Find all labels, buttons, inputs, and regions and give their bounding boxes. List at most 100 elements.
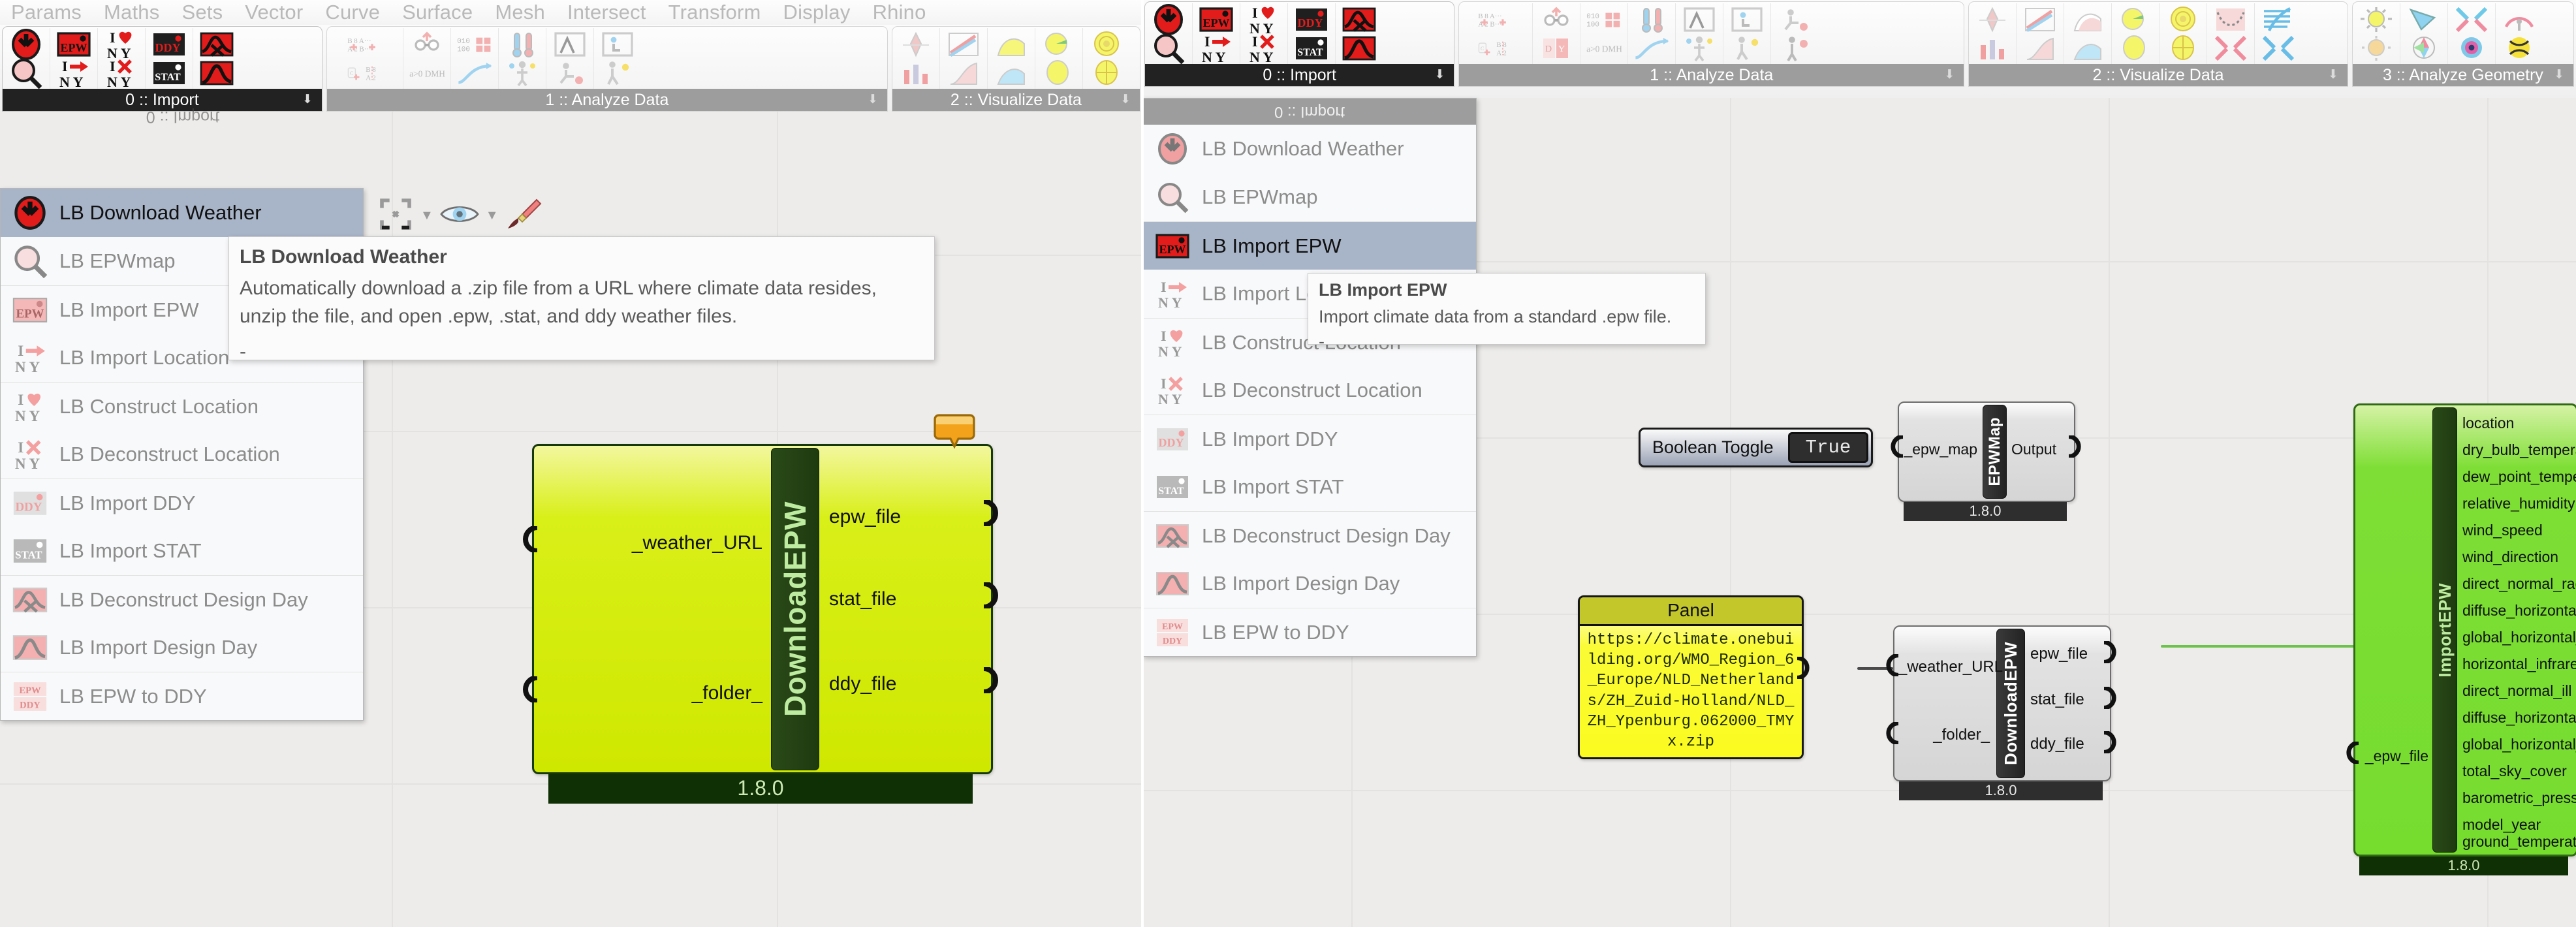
i-heart-ny-icon[interactable]: I N Y [103,30,140,59]
chevron-down-icon[interactable]: ⬇ [1434,64,1445,86]
dropdown-item-lb-deconstruct-location[interactable]: IN Y LB Deconstruct Location [1,430,363,479]
input-port-nub[interactable] [1884,654,1901,676]
epw-icon[interactable]: EPW [55,30,92,59]
dropdown-item-lb-deconstruct-design-day[interactable]: LB Deconstruct Design Day [1,575,363,623]
dropdown-item-lb-download-weather[interactable]: LB Download Weather [1,189,363,237]
output-port-label[interactable]: ground_temperature [2462,833,2576,851]
output-port-label[interactable]: epw_file [2030,645,2088,663]
zoom-extents-icon[interactable] [377,196,414,236]
chevron-down-icon[interactable]: ▼ [486,208,499,223]
i-x-ny-icon[interactable]: IN Y [1246,34,1282,63]
preview-eye-icon[interactable] [440,201,479,230]
dropdown-item-lb-import-ddy[interactable]: DDY LB Import DDY [1143,415,1476,463]
dropdown-item-lb-deconstruct-design-day[interactable]: LB Deconstruct Design Day [1143,511,1476,559]
output-port-label[interactable]: stat_file [829,588,896,610]
input-port-label[interactable]: _epw_map [1903,441,1977,458]
ddy-icon[interactable]: DDY [151,30,187,59]
output-port-label[interactable]: location [2462,415,2514,432]
dropdown-item-lb-import-stat[interactable]: STAT LB Import STAT [1143,463,1476,511]
output-port-label[interactable]: dry_bulb_temperature [2462,441,2576,459]
panel-text[interactable]: https://climate.onebuilding.org/WMO_Regi… [1580,626,1802,757]
output-port-label[interactable]: Output [2011,441,2056,458]
i-arrow-ny-icon[interactable]: IN Y [1198,34,1234,63]
output-port-label[interactable]: wind_speed [2462,522,2543,539]
output-port-nub[interactable] [2104,687,2121,709]
output-port-label[interactable]: ddy_file [829,673,896,695]
menu-item-vector[interactable]: Vector [234,1,314,24]
download-weather-icon[interactable] [8,30,44,59]
output-port-label[interactable]: ddy_file [2030,735,2084,753]
stat-icon[interactable]: STAT [1293,34,1330,63]
output-port-label[interactable]: global_horizontal_rad [2462,629,2576,646]
dropdown-item-lb-download-weather[interactable]: LB Download Weather [1143,125,1476,173]
output-port-nub[interactable] [984,500,1001,522]
output-port-label[interactable]: diffuse_horizontal_ill [2462,709,2576,727]
ribbon-tab-analyze-data[interactable]: 1 :: Analyze Data ⬇ [327,89,887,111]
input-port-label[interactable]: _folder_ [547,682,762,704]
input-port-label[interactable]: _weather_URL [1898,658,1990,676]
output-port-label[interactable]: direct_normal_rad [2462,575,2576,593]
epw-icon[interactable]: EPW [1198,5,1234,34]
output-port-nub[interactable] [1797,657,1814,679]
menu-item-intersect[interactable]: Intersect [556,1,657,24]
dropdown-item-lb-construct-location[interactable]: IN Y LB Construct Location [1,382,363,430]
input-port-nub[interactable] [2344,742,2361,764]
deconstruct-design-day-icon[interactable] [1341,5,1377,34]
output-port-nub[interactable] [984,667,1001,689]
dropdown-item-lb-import-stat[interactable]: STAT LB Import STAT [1,527,363,575]
menu-item-display[interactable]: Display [772,1,862,24]
chevron-down-icon[interactable]: ⬇ [1120,89,1131,111]
epwmap-search-icon[interactable] [1150,34,1187,63]
output-port-nub[interactable] [984,582,1001,605]
dropdown-item-lb-deconstruct-location[interactable]: IN Y LB Deconstruct Location [1143,366,1476,415]
ribbon-tab-analyze-data[interactable]: 1 :: Analyze Data ⬇ [1459,64,1964,86]
output-port-nub[interactable] [2104,731,2121,753]
menu-item-surface[interactable]: Surface [391,1,484,24]
component-import-epw[interactable]: ImportEPW _epw_file location dry_bulb_te… [2353,403,2576,875]
output-port-label[interactable]: dew_point_temperature [2462,468,2576,486]
input-port-label[interactable]: _epw_file [2358,747,2428,765]
dropdown-item-lb-import-ddy[interactable]: DDY LB Import DDY [1,479,363,527]
input-port-label[interactable]: _folder_ [1898,726,1990,744]
draw-brush-icon[interactable] [505,197,542,234]
menu-item-mesh[interactable]: Mesh [484,1,556,24]
output-port-label[interactable]: horizontal_infrared_rad [2462,655,2576,673]
output-port-label[interactable]: stat_file [2030,691,2084,709]
output-port-label[interactable]: model_year [2462,816,2541,834]
menu-item-params[interactable]: Params [0,1,93,24]
dropdown-item-lb-import-epw[interactable]: EPW LB Import EPW [1143,221,1476,270]
download-weather-icon[interactable] [1150,5,1187,34]
ribbon-tab-visualize-data[interactable]: 2 :: Visualize Data ⬇ [1969,64,2348,86]
output-port-label[interactable]: wind_direction [2462,548,2558,566]
import-design-day-icon[interactable] [198,59,235,87]
output-port-label[interactable]: barometric_pressure [2462,789,2576,807]
output-port-nub[interactable] [2104,641,2121,663]
warning-balloon-icon[interactable] [934,413,975,449]
menu-item-rhino[interactable]: Rhino [862,1,937,24]
output-port-label[interactable]: relative_humidity [2462,495,2575,512]
boolean-toggle-value[interactable]: True [1788,432,1869,463]
input-port-nub[interactable] [1884,722,1901,744]
i-arrow-ny-icon[interactable]: I N Y [55,59,92,87]
output-port-label[interactable]: epw_file [829,506,901,528]
input-port-label[interactable]: _weather_URL [547,532,762,554]
dropdown-item-lb-epw-to-ddy[interactable]: EPWDDY LB EPW to DDY [1143,608,1476,656]
dropdown-item-lb-import-design-day[interactable]: LB Import Design Day [1143,559,1476,608]
import-design-day-icon[interactable] [1341,34,1377,63]
output-port-label[interactable]: total_sky_cover [2462,762,2567,780]
output-port-label[interactable]: direct_normal_ill [2462,682,2571,700]
chevron-down-icon[interactable]: ⬇ [1944,64,1955,86]
menu-item-sets[interactable]: Sets [170,1,234,24]
dropdown-item-lb-import-design-day[interactable]: LB Import Design Day [1,623,363,672]
ribbon-tab-import[interactable]: 0 :: Import ⬇ [1145,64,1454,86]
input-port-nub[interactable] [520,676,537,699]
component-download-epw[interactable]: DownloadEPW _weather_URL _folder_ epw_fi… [532,444,993,804]
deconstruct-design-day-icon[interactable] [198,30,235,59]
chevron-down-icon[interactable]: ⬇ [868,89,878,111]
stat-icon[interactable]: STAT [151,59,187,87]
chevron-down-icon[interactable]: ▼ [420,208,433,223]
i-heart-ny-icon[interactable]: IN Y [1246,5,1282,34]
menu-item-transform[interactable]: Transform [657,1,772,24]
component-download-epw-right[interactable]: DownloadEPW _weather_URL _folder_ epw_fi… [1893,625,2111,800]
chevron-down-icon[interactable]: ⬇ [2554,64,2564,86]
